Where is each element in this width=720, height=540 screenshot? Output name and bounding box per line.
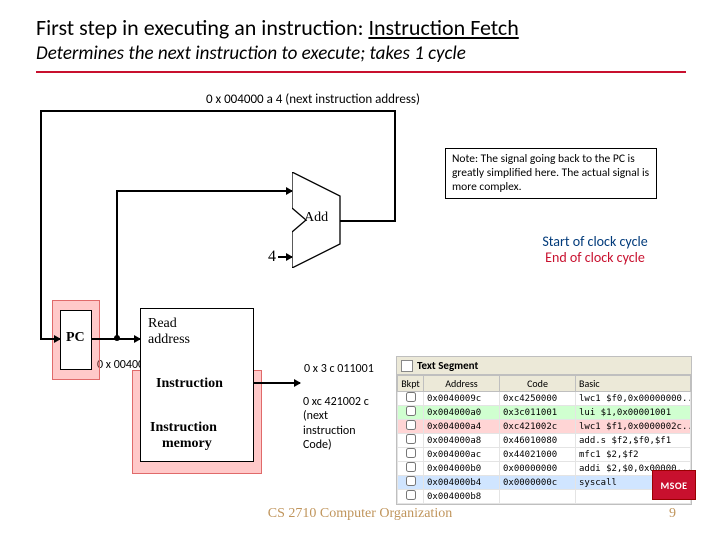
breakpoint-checkbox[interactable] [406, 490, 416, 500]
msoe-logo: MSOE [652, 470, 696, 500]
table-row: 0x004000ac0x44021000mfc1 $2,$f2 [398, 448, 691, 462]
col-code: Code [500, 376, 576, 392]
arrow-icon [286, 253, 293, 261]
next-address-label: 0 x 004000 a 4 (next instruction address… [206, 92, 420, 107]
cell-address: 0x004000a4 [424, 420, 500, 434]
cell-address: 0x004000b8 [424, 490, 500, 504]
col-bkpt: Bkpt [398, 376, 424, 392]
col-basic: Basic [576, 376, 691, 392]
page-number: 9 [669, 506, 676, 522]
breakpoint-checkbox[interactable] [406, 434, 416, 444]
slide-subtitle: Determines the next instruction to execu… [36, 42, 686, 73]
cell-basic: lwc1 $f1,0x0000002c... [576, 420, 691, 434]
text-segment-table: Bkpt Address Code Basic 0x0040009c0xc425… [397, 375, 691, 504]
cell-address: 0x0040009c [424, 392, 500, 406]
arrow-icon [134, 335, 141, 343]
read-label: Read [148, 316, 177, 332]
text-segment-panel: Text Segment Bkpt Address Code Basic 0x0… [396, 356, 692, 505]
start-cycle-label: Start of clock cycle [495, 234, 695, 250]
clock-cycle-labels: Start of clock cycle End of clock cycle [495, 234, 695, 266]
table-row: 0x004000a80x46010080add.s $f2,$f0,$f1 [398, 434, 691, 448]
address-label: address [148, 332, 190, 348]
text-segment-title: Text Segment [417, 359, 478, 372]
cell-address: 0x004000ac [424, 448, 500, 462]
imem-label-l2: memory [162, 436, 212, 452]
text-segment-header: Text Segment [397, 357, 691, 375]
table-row: 0x0040009c0xc4250000lwc1 $f0,0x00000000.… [398, 392, 691, 406]
datapath-diagram: PC Read address Instruction Instruction … [56, 110, 416, 480]
file-icon [401, 360, 413, 372]
breakpoint-checkbox[interactable] [406, 392, 416, 402]
add-label: Add [304, 210, 328, 226]
slide-title: First step in executing an instruction: … [36, 14, 519, 41]
table-row: 0x004000b40x0000000csyscall [398, 476, 691, 490]
table-header-row: Bkpt Address Code Basic [398, 376, 691, 392]
four-label: 4 [268, 248, 276, 266]
title-emphasis: Instruction Fetch [368, 14, 518, 41]
cell-address: 0x004000a0 [424, 406, 500, 420]
cell-basic: lui $1,0x00001001 [576, 406, 691, 420]
cell-basic: lwc1 $f0,0x00000000... [576, 392, 691, 406]
table-row: 0x004000a00x3c011001lui $1,0x00001001 [398, 406, 691, 420]
arrow-icon [294, 379, 301, 387]
table-row: 0x004000b8 [398, 490, 691, 504]
cell-code: 0x3c011001 [500, 406, 576, 420]
title-prefix: First step in executing an instruction: [36, 14, 368, 41]
cell-code: 0x0000000c [500, 476, 576, 490]
breakpoint-checkbox[interactable] [406, 462, 416, 472]
arrow-icon [286, 187, 293, 195]
table-row: 0x004000a40xc421002clwc1 $f1,0x0000002c.… [398, 420, 691, 434]
cell-basic: add.s $f2,$f0,$f1 [576, 434, 691, 448]
cell-address: 0x004000a8 [424, 434, 500, 448]
pc-label: PC [66, 330, 85, 346]
cell-code: 0x00000000 [500, 462, 576, 476]
cell-address: 0x004000b0 [424, 462, 500, 476]
cell-basic: mfc1 $2,$f2 [576, 448, 691, 462]
cell-code: 0x46010080 [500, 434, 576, 448]
arrow-icon [54, 335, 61, 343]
breakpoint-checkbox[interactable] [406, 420, 416, 430]
breakpoint-checkbox[interactable] [406, 406, 416, 416]
cell-code: 0x44021000 [500, 448, 576, 462]
instruction-label: Instruction [156, 376, 223, 392]
note-box: Note: The signal going back to the PC is… [445, 148, 657, 199]
cell-code: 0xc421002c [500, 420, 576, 434]
imem-label-l1: Instruction [150, 420, 217, 436]
cell-code [500, 490, 576, 504]
table-row: 0x004000b00x00000000addi $2,$0,0x00000..… [398, 462, 691, 476]
col-address: Address [424, 376, 500, 392]
cell-code: 0xc4250000 [500, 392, 576, 406]
breakpoint-checkbox[interactable] [406, 448, 416, 458]
footer-course: CS 2710 Computer Organization [0, 506, 720, 522]
end-cycle-label: End of clock cycle [495, 250, 695, 266]
cell-address: 0x004000b4 [424, 476, 500, 490]
breakpoint-checkbox[interactable] [406, 476, 416, 486]
